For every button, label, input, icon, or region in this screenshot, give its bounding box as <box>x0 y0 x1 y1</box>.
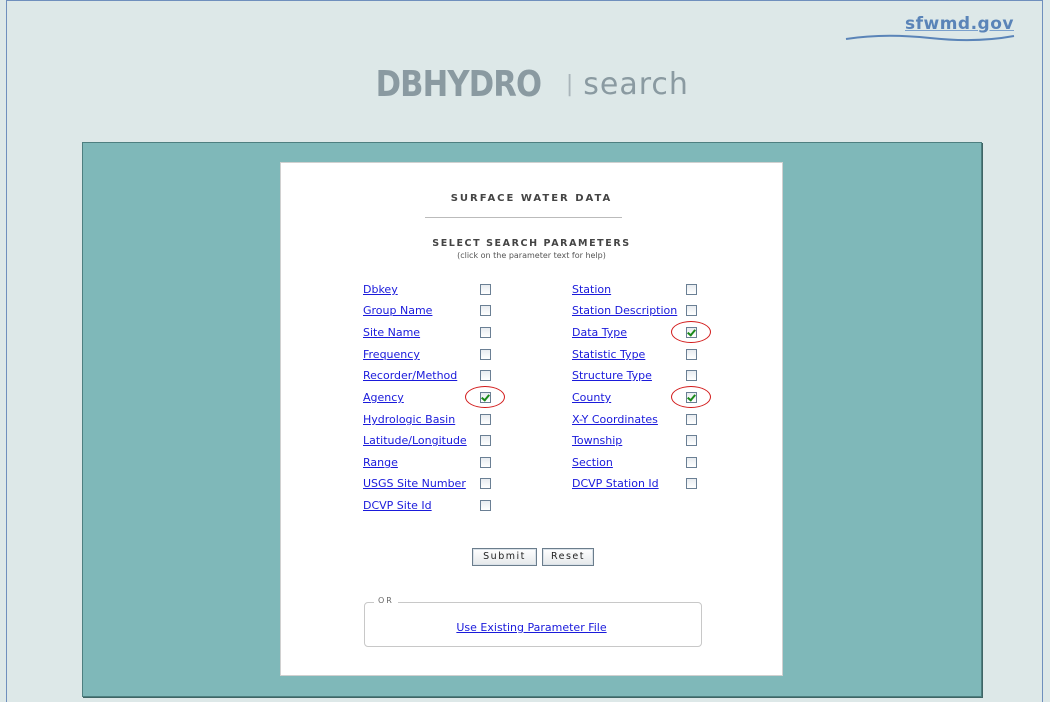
or-legend: OR <box>374 596 398 605</box>
highlight-circle-agency <box>465 386 505 408</box>
param-link-county[interactable]: County <box>572 391 611 404</box>
param-link-township[interactable]: Township <box>572 434 622 447</box>
checkbox-dbkey[interactable] <box>480 284 491 295</box>
param-link-structure-type[interactable]: Structure Type <box>572 369 652 382</box>
form-subtitle: SELECT SEARCH PARAMETERS <box>432 238 631 249</box>
param-link-section[interactable]: Section <box>572 456 613 469</box>
checkbox-station-description[interactable] <box>686 305 697 316</box>
title-subtitle: search <box>583 67 689 102</box>
submit-button[interactable]: Submit <box>472 548 537 566</box>
param-link-dcvp-site-id[interactable]: DCVP Site Id <box>363 499 432 512</box>
checkbox-statistic-type[interactable] <box>686 349 697 360</box>
param-link-site-name[interactable]: Site Name <box>363 326 420 339</box>
sfwmd-logo-link[interactable]: sfwmd.gov <box>905 14 1014 34</box>
checkbox-dcvp-station-id[interactable] <box>686 478 697 489</box>
checkbox-x-y-coordinates[interactable] <box>686 414 697 425</box>
form-title: SURFACE WATER DATA <box>450 193 613 204</box>
param-link-recorder-method[interactable]: Recorder/Method <box>363 369 457 382</box>
checkbox-dcvp-site-id[interactable] <box>480 500 491 511</box>
checkbox-range[interactable] <box>480 457 491 468</box>
param-link-data-type[interactable]: Data Type <box>572 326 627 339</box>
frame-left-border <box>6 0 7 702</box>
help-hint: (click on the parameter text for help) <box>457 251 606 260</box>
use-existing-parameter-file-link[interactable]: Use Existing Parameter File <box>281 621 782 634</box>
param-link-frequency[interactable]: Frequency <box>363 348 420 361</box>
page-title: DBHYDRO | search <box>0 64 1050 105</box>
frame-right-border <box>1042 0 1043 702</box>
param-link-dcvp-station-id[interactable]: DCVP Station Id <box>572 477 659 490</box>
checkbox-group-name[interactable] <box>480 305 491 316</box>
checkbox-section[interactable] <box>686 457 697 468</box>
checkbox-township[interactable] <box>686 435 697 446</box>
param-link-station[interactable]: Station <box>572 283 611 296</box>
search-form-card: SURFACE WATER DATA SELECT SEARCH PARAMET… <box>280 162 783 676</box>
logo-swoosh-icon <box>845 34 1015 42</box>
param-link-group-name[interactable]: Group Name <box>363 304 432 317</box>
param-link-x-y-coordinates[interactable]: X-Y Coordinates <box>572 413 658 426</box>
checkbox-structure-type[interactable] <box>686 370 697 381</box>
checkbox-recorder-method[interactable] <box>480 370 491 381</box>
frame-top-border <box>6 0 1043 1</box>
checkbox-station[interactable] <box>686 284 697 295</box>
param-link-statistic-type[interactable]: Statistic Type <box>572 348 645 361</box>
param-link-dbkey[interactable]: Dbkey <box>363 283 398 296</box>
param-link-hydrologic-basin[interactable]: Hydrologic Basin <box>363 413 455 426</box>
title-divider <box>425 217 622 218</box>
checkbox-hydrologic-basin[interactable] <box>480 414 491 425</box>
title-separator: | <box>565 72 574 97</box>
checkbox-latitude-longitude[interactable] <box>480 435 491 446</box>
param-link-usgs-site-number[interactable]: USGS Site Number <box>363 477 466 490</box>
checkbox-usgs-site-number[interactable] <box>480 478 491 489</box>
param-link-agency[interactable]: Agency <box>363 391 404 404</box>
highlight-circle-data-type <box>671 321 711 343</box>
brand-name: DBHYDRO <box>375 64 542 105</box>
param-link-range[interactable]: Range <box>363 456 398 469</box>
param-link-latitude-longitude[interactable]: Latitude/Longitude <box>363 434 467 447</box>
checkbox-frequency[interactable] <box>480 349 491 360</box>
param-link-station-description[interactable]: Station Description <box>572 304 677 317</box>
checkbox-site-name[interactable] <box>480 327 491 338</box>
highlight-circle-county <box>671 386 711 408</box>
reset-button[interactable]: Reset <box>542 548 594 566</box>
